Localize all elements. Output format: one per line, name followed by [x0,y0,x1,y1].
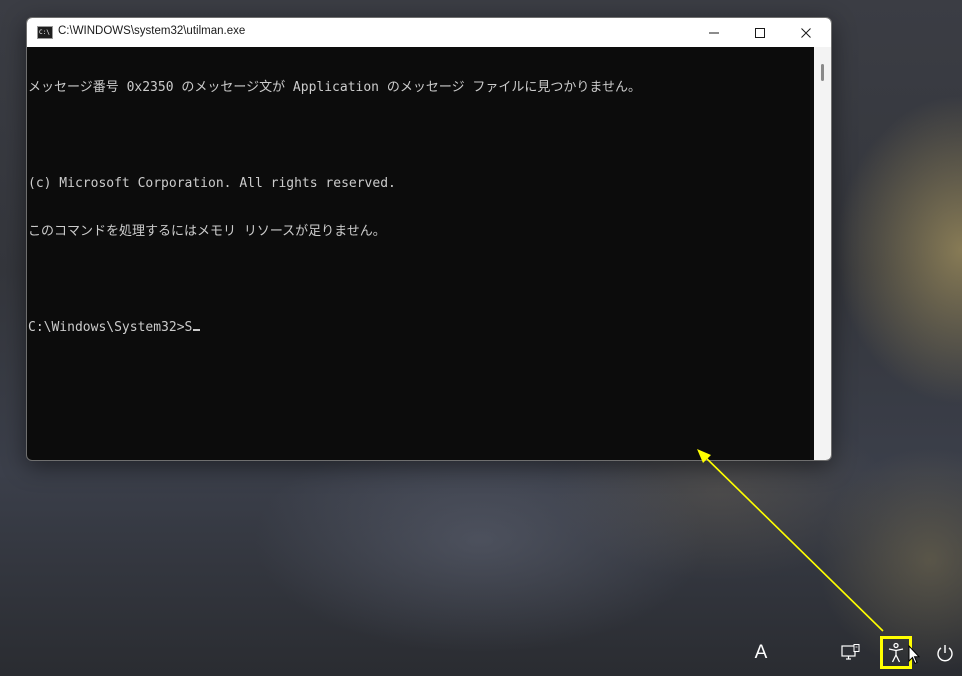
language-button[interactable]: A [748,640,774,666]
network-button[interactable] [838,641,862,665]
close-icon [801,27,811,38]
window-title: C:\WINDOWS\system32\utilman.exe [58,25,246,37]
maximize-button[interactable] [737,18,783,47]
terminal-output[interactable]: メッセージ番号 0x2350 のメッセージ文が Application のメッセ… [27,47,814,460]
vertical-scrollbar[interactable] [814,47,831,460]
terminal-line: (c) Microsoft Corporation. All rights re… [28,176,396,191]
network-icon [841,644,860,660]
title-bar[interactable]: C:\ C:\WINDOWS\system32\utilman.exe [27,18,831,47]
maximize-icon [755,27,765,38]
close-button[interactable] [783,18,829,47]
terminal-prompt-line[interactable]: C:\Windows\System32>S [28,320,814,336]
power-icon [937,645,953,662]
accessibility-icon [888,642,904,662]
minimize-icon [709,32,719,33]
cmd-app-icon: C:\ [37,26,53,39]
text-cursor [193,329,201,331]
annotation-arrow [699,451,884,632]
power-button[interactable] [933,641,957,665]
minimize-button[interactable] [691,18,737,47]
terminal-prompt: C:\Windows\System32>S [28,320,193,335]
terminal-line: このコマンドを処理するにはメモリ リソースが足りません。 [28,224,386,239]
scrollbar-thumb[interactable] [821,64,824,81]
mouse-pointer-icon [908,645,920,665]
cmd-window: C:\ C:\WINDOWS\system32\utilman.exe メッセー… [26,17,832,461]
terminal-line: メッセージ番号 0x2350 のメッセージ文が Application のメッセ… [28,80,642,95]
